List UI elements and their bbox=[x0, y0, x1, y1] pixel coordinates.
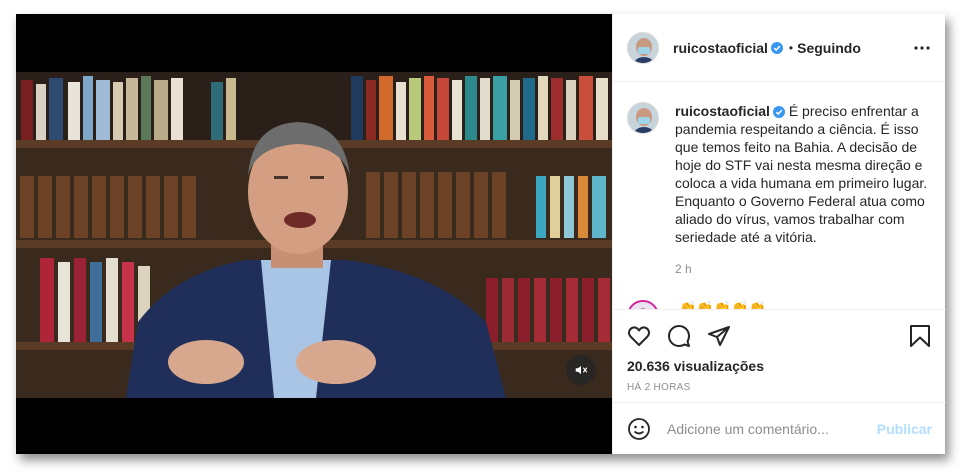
verified-icon bbox=[770, 41, 783, 54]
post-timestamp[interactable]: HÁ 2 HORAS bbox=[627, 382, 932, 393]
heart-icon bbox=[628, 326, 650, 346]
video-frame bbox=[16, 72, 612, 398]
more-icon bbox=[914, 45, 930, 50]
mute-icon bbox=[575, 365, 588, 375]
post-actions: 20.636 visualizações HÁ 2 HORAS bbox=[613, 309, 946, 393]
view-count[interactable]: 20.636 visualizações bbox=[627, 358, 932, 374]
emoji-button[interactable] bbox=[627, 417, 651, 441]
like-button[interactable] bbox=[627, 320, 667, 352]
comment-text: 👏👏👏👏👏 bbox=[679, 300, 767, 309]
save-button[interactable] bbox=[908, 320, 932, 352]
caption-text: É preciso enfrentar a pandemia respeitan… bbox=[675, 103, 928, 245]
comment-icon bbox=[668, 325, 690, 347]
author-avatar[interactable] bbox=[627, 31, 659, 64]
commenter-avatar[interactable] bbox=[627, 300, 659, 309]
comment-form: Publicar bbox=[613, 402, 946, 454]
mute-button[interactable] bbox=[566, 355, 596, 385]
comment-item: 👏👏👏👏👏 bbox=[627, 300, 932, 309]
separator-dot: • bbox=[788, 40, 794, 55]
caption-avatar-image bbox=[628, 103, 658, 133]
verified-icon bbox=[772, 106, 785, 118]
caption-timestamp[interactable]: 2 h bbox=[675, 260, 931, 278]
commenter-avatar-image bbox=[629, 302, 657, 309]
share-icon bbox=[708, 326, 730, 346]
post-header: ruicostaoficial • Seguindo bbox=[613, 14, 945, 82]
share-button[interactable] bbox=[707, 320, 747, 352]
save-icon bbox=[910, 325, 930, 347]
caption-item: ruicostaoficial É preciso enfrentar a pa… bbox=[627, 102, 932, 278]
comments-list[interactable]: ruicostaoficial É preciso enfrentar a pa… bbox=[613, 82, 946, 309]
more-options-button[interactable] bbox=[913, 45, 931, 51]
author-avatar-image bbox=[628, 32, 658, 63]
video-player[interactable] bbox=[16, 72, 612, 398]
caption-username[interactable]: ruicostaoficial bbox=[675, 103, 770, 119]
emoji-icon bbox=[628, 417, 650, 440]
post-media bbox=[16, 14, 612, 454]
post-sidebar: ruicostaoficial • Seguindo ruicostaofici… bbox=[612, 14, 946, 454]
author-username[interactable]: ruicostaoficial bbox=[673, 40, 768, 56]
caption-avatar[interactable] bbox=[627, 102, 659, 134]
post-modal: ruicostaoficial • Seguindo ruicostaofici… bbox=[16, 14, 946, 454]
publish-button[interactable]: Publicar bbox=[877, 421, 932, 437]
comment-input[interactable] bbox=[667, 420, 863, 437]
follow-button[interactable]: Seguindo bbox=[797, 40, 861, 56]
comment-button[interactable] bbox=[667, 320, 707, 352]
